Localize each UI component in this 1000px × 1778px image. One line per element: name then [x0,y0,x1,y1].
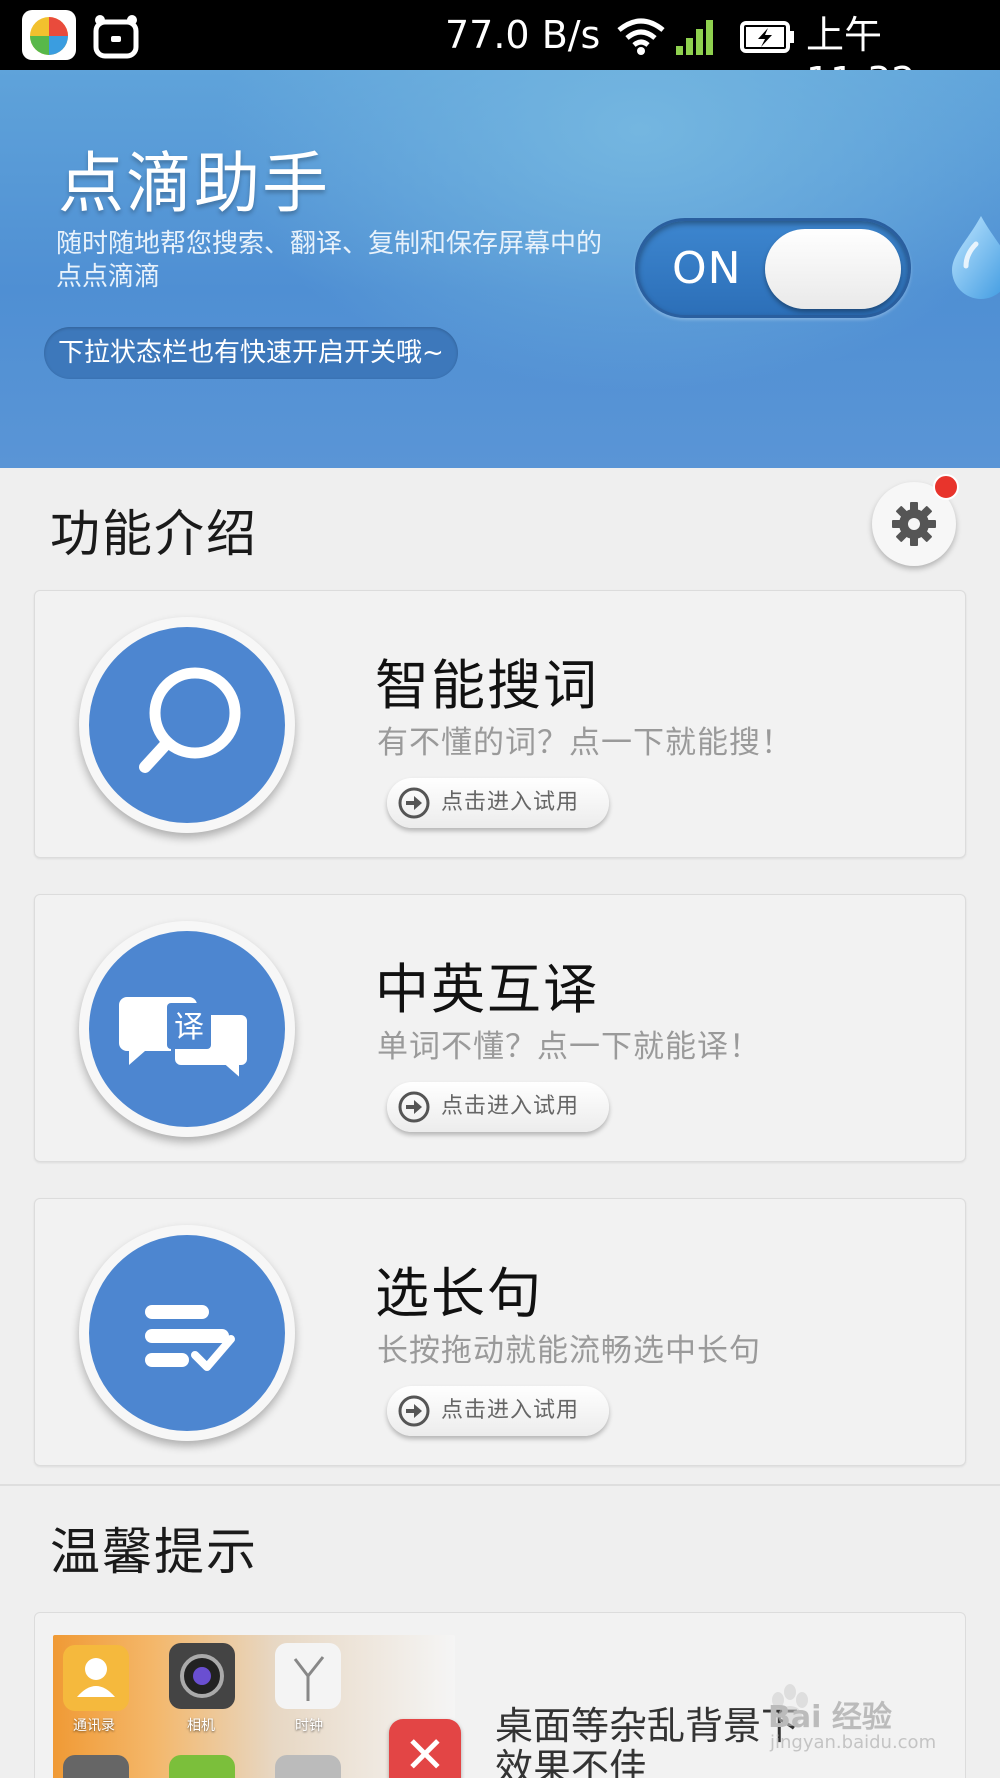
camera-label: 相机 [187,1718,215,1734]
arrow-right-icon [398,1395,430,1427]
app-description: 随时随地帮您搜索、翻译、复制和保存屏幕中的点点滴滴 [56,229,603,292]
try-button[interactable]: 点击进入试用 [387,1082,609,1132]
arrow-right-icon [398,787,430,819]
watermark-text: Bai 经验 [768,1700,892,1735]
contacts-icon [63,1645,129,1711]
toggle-knob[interactable] [765,229,901,309]
select-text-icon [79,1225,295,1441]
feature-card-select-sentence[interactable]: 选长句 长按拖动就能流畅选中长句 点击进入试用 [34,1198,966,1466]
app-icon [169,1755,235,1778]
feature-subtitle: 有不懂的词？点一下就能搜！ [377,725,793,761]
feature-card-search[interactable]: 智能搜词 有不懂的词？点一下就能搜！ 点击进入试用 [34,590,966,858]
translate-icon: 译 [79,921,295,1137]
feature-subtitle: 长按拖动就能流畅选中长句 [377,1333,761,1369]
app-icon [275,1755,341,1778]
network-speed: 77.0 B/s [445,13,601,57]
feature-card-translate[interactable]: 译 中英互译 单词不懂？点一下就能译！ 点击进入试用 [34,894,966,1162]
battery-charging-icon [740,20,796,54]
water-drop-icon [946,214,1000,300]
try-button[interactable]: 点击进入试用 [387,778,609,828]
clock-icon [275,1643,341,1709]
try-button[interactable]: 点击进入试用 [387,1386,609,1436]
bad-example-x-icon: ✕ [389,1719,461,1778]
search-icon [79,617,295,833]
hero-banner: 点滴助手 随时随地帮您搜索、翻译、复制和保存屏幕中的点点滴滴 下拉状态栏也有快速… [0,70,1000,468]
arrow-right-icon [398,1091,430,1123]
clock-label: 时钟 [295,1718,323,1734]
try-button-label: 点击进入试用 [441,1094,580,1119]
svg-text:译: 译 [174,1010,204,1045]
section-divider [0,1484,1000,1486]
app-title: 点滴助手 [58,145,330,222]
watermark-url: jingyan.baidu.com [770,1732,937,1753]
status-bar: 77.0 B/s 上午 11:32 [0,0,1000,103]
features-section-title: 功能介绍 [50,505,258,563]
signal-icon [674,18,718,56]
app-icon [63,1755,129,1778]
assistant-toggle[interactable]: ON [635,218,911,318]
robot-icon[interactable] [92,12,140,60]
camera-icon [169,1643,235,1709]
app-store-icon[interactable] [22,10,76,60]
try-button-label: 点击进入试用 [441,1398,580,1423]
try-button-label: 点击进入试用 [441,790,580,815]
notification-dot [933,474,959,500]
status-bar-tip: 下拉状态栏也有快速开启开关哦~ [44,327,458,379]
feature-title: 选长句 [375,1262,543,1325]
feature-title: 智能搜词 [375,654,599,717]
wifi-icon [616,16,666,56]
feature-title: 中英互译 [375,958,599,1021]
toggle-label: ON [672,243,742,294]
feature-subtitle: 单词不懂？点一下就能译！ [377,1029,761,1065]
tips-section-title: 温馨提示 [50,1523,258,1581]
contacts-label: 通讯录 [73,1718,115,1734]
gear-icon [892,502,936,546]
